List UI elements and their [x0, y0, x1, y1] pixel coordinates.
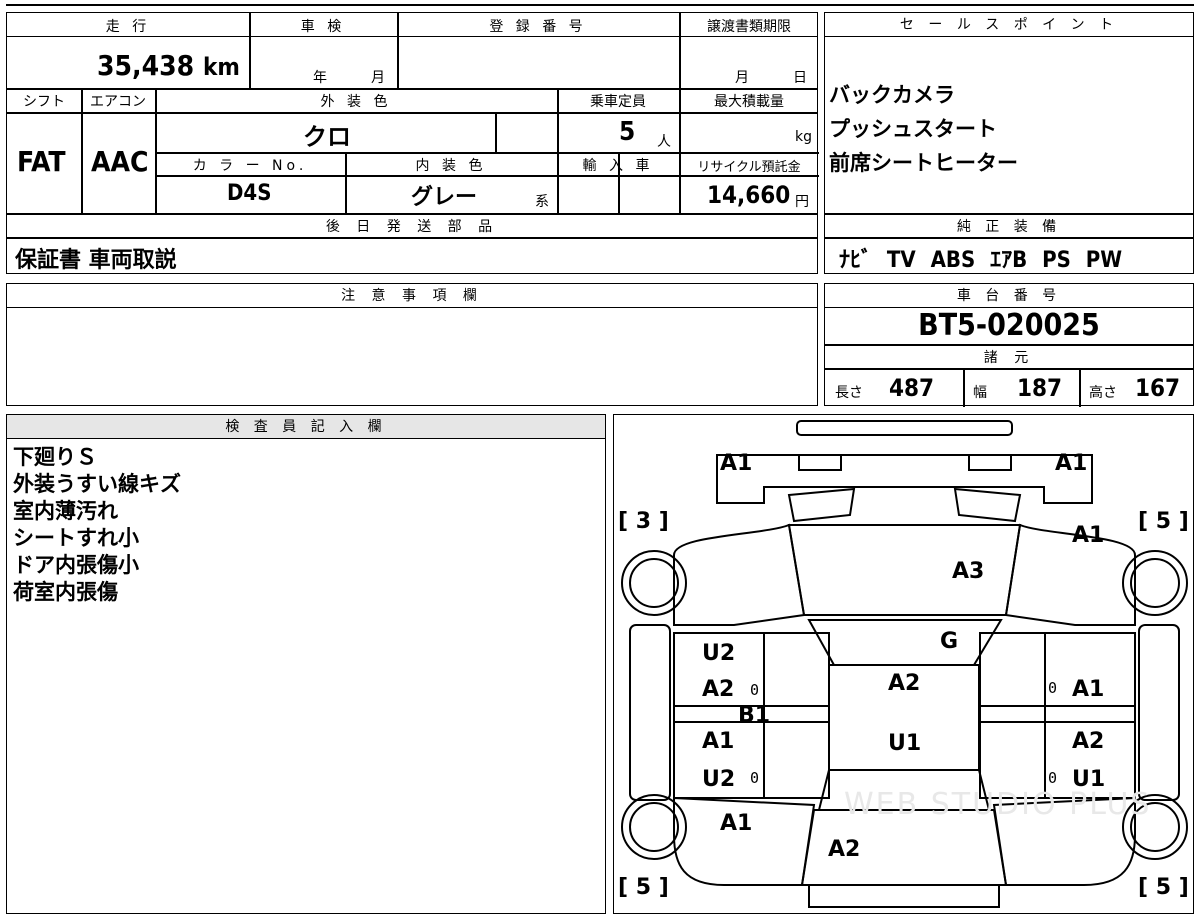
- bracket-right-rear: [ 5 ]: [1138, 875, 1189, 900]
- chassis-box: 車 台 番 号 BT5-020025 諸 元 長さ 487 幅 187 高さ 1…: [824, 283, 1194, 407]
- mark-fender-right: A1: [1072, 523, 1105, 548]
- color-no-label: カ ラ ー No.: [192, 158, 308, 174]
- shift-value: FAT: [17, 145, 66, 178]
- inspector-line-6: 荷室内張傷: [13, 580, 118, 604]
- mark-door-rr-top: A2: [1072, 729, 1105, 754]
- width-label: 幅: [973, 385, 987, 401]
- mark-front-right: A1: [1055, 451, 1088, 476]
- interior-color-suffix: 系: [535, 194, 549, 210]
- inspector-line-2: 外装うすい線キズ: [13, 472, 181, 496]
- sales-point-1: バックカメラ: [829, 83, 955, 107]
- sales-point-2: プッシュスタート: [829, 117, 997, 141]
- inspection-label: 車 検: [300, 19, 346, 35]
- import-label: 輸 入 車: [582, 158, 654, 174]
- mileage-value: 35,438: [97, 49, 195, 82]
- mark-zero-lr: 0: [750, 769, 760, 787]
- height-label: 高さ: [1089, 385, 1117, 401]
- mark-roof-bot: U1: [888, 731, 922, 756]
- chassis-label: 車 台 番 号: [825, 284, 1193, 308]
- bracket-left-front: [ 3 ]: [618, 509, 669, 534]
- mileage-label: 走 行: [105, 19, 151, 35]
- mark-front-left: A1: [720, 451, 753, 476]
- notes-label: 注 意 事 項 欄: [7, 284, 817, 308]
- capacity-label: 乗車定員: [590, 94, 646, 110]
- inspector-box: 検 査 員 記 入 欄 下廻りＳ 外装うすい線キズ 室内薄汚れ シートすれ小 ド…: [6, 414, 606, 914]
- chassis-number: BT5-020025: [918, 308, 1100, 343]
- mark-door-lf-top: U2: [702, 641, 736, 666]
- mileage-unit: km: [202, 53, 240, 81]
- recycle-value: 14,660: [707, 181, 791, 209]
- sales-points-label: セ ー ル ス ポ イ ン ト: [825, 13, 1193, 37]
- mark-windshield: G: [940, 629, 959, 654]
- mark-pillar-left: B1: [738, 703, 771, 728]
- interior-color-value: グレー: [411, 185, 478, 210]
- sales-point-3: 前席シートヒーター: [829, 151, 1018, 175]
- max-load-label: 最大積載量: [714, 94, 784, 110]
- transfer-month-unit: 月: [735, 70, 749, 86]
- mark-door-rf: A1: [1072, 677, 1105, 702]
- genuine-equipment-value: ﾅﾋﾞ TV ABS ｴｱB PS PW: [839, 248, 1123, 273]
- mark-zero-rf: 0: [1048, 679, 1058, 697]
- mark-trunk: A2: [828, 837, 861, 862]
- mark-door-lr-bot: U2: [702, 767, 736, 792]
- mark-door-lf-bot: A2: [702, 677, 735, 702]
- later-parts-label: 後 日 発 送 部 品: [325, 219, 499, 235]
- transfer-day-unit: 日: [793, 70, 807, 86]
- genuine-equipment-label: 純 正 装 備: [956, 219, 1062, 235]
- mark-roof-top: A2: [888, 671, 921, 696]
- mark-door-lr-top: A1: [702, 729, 735, 754]
- inspection-year-unit: 年: [313, 70, 327, 86]
- inspector-line-3: 室内薄汚れ: [13, 499, 118, 523]
- specs-label: 諸 元: [983, 350, 1035, 366]
- car-diagram-box: WEB STUDIO PLUS A1 A1 [ 3 ] [ 5 ] A1 A3 …: [613, 414, 1194, 914]
- length-value: 487: [889, 374, 935, 402]
- inspector-line-5: ドア内張傷小: [13, 553, 139, 577]
- later-parts-value: 保証書 車両取説: [15, 248, 177, 273]
- vehicle-info-grid: 走 行 車 検 登 録 番 号 譲渡書類期限 35,438 km 年 月 月 日…: [6, 12, 819, 274]
- transfer-deadline-label: 譲渡書類期限: [707, 19, 791, 35]
- interior-color-label: 内 装 色: [415, 158, 487, 174]
- capacity-value: 5: [619, 117, 636, 147]
- mark-door-rr-bot: U1: [1072, 767, 1106, 792]
- mark-quarter-left: A1: [720, 811, 753, 836]
- capacity-unit: 人: [657, 134, 671, 150]
- mark-zero-lf: 0: [750, 681, 760, 699]
- width-value: 187: [1017, 374, 1063, 402]
- aircon-label: エアコン: [90, 94, 146, 110]
- registration-label: 登 録 番 号: [489, 19, 587, 35]
- bracket-left-rear: [ 5 ]: [618, 875, 669, 900]
- length-label: 長さ: [835, 385, 863, 401]
- color-no-value: D4S: [227, 181, 272, 206]
- watermark: WEB STUDIO PLUS: [844, 787, 1152, 822]
- height-value: 167: [1135, 374, 1181, 402]
- aircon-value: AAC: [91, 145, 149, 178]
- bracket-right-front: [ 5 ]: [1138, 509, 1189, 534]
- inspector-line-4: シートすれ小: [13, 526, 139, 550]
- inspection-month-unit: 月: [371, 70, 385, 86]
- inspector-line-1: 下廻りＳ: [13, 445, 97, 469]
- recycle-label: リサイクル預託金: [697, 160, 801, 175]
- inspector-label: 検 査 員 記 入 欄: [7, 415, 605, 439]
- max-load-unit: kg: [795, 129, 812, 145]
- sales-points-box: セ ー ル ス ポ イ ン ト バックカメラ プッシュスタート 前席シートヒータ…: [824, 12, 1194, 274]
- exterior-color-value: クロ: [303, 123, 351, 151]
- shift-label: シフト: [23, 94, 65, 110]
- mark-zero-rr: 0: [1048, 769, 1058, 787]
- recycle-unit: 円: [795, 194, 809, 210]
- notes-box: 注 意 事 項 欄: [6, 283, 818, 406]
- exterior-color-label: 外 装 色: [320, 94, 392, 110]
- mark-hood: A3: [952, 559, 985, 584]
